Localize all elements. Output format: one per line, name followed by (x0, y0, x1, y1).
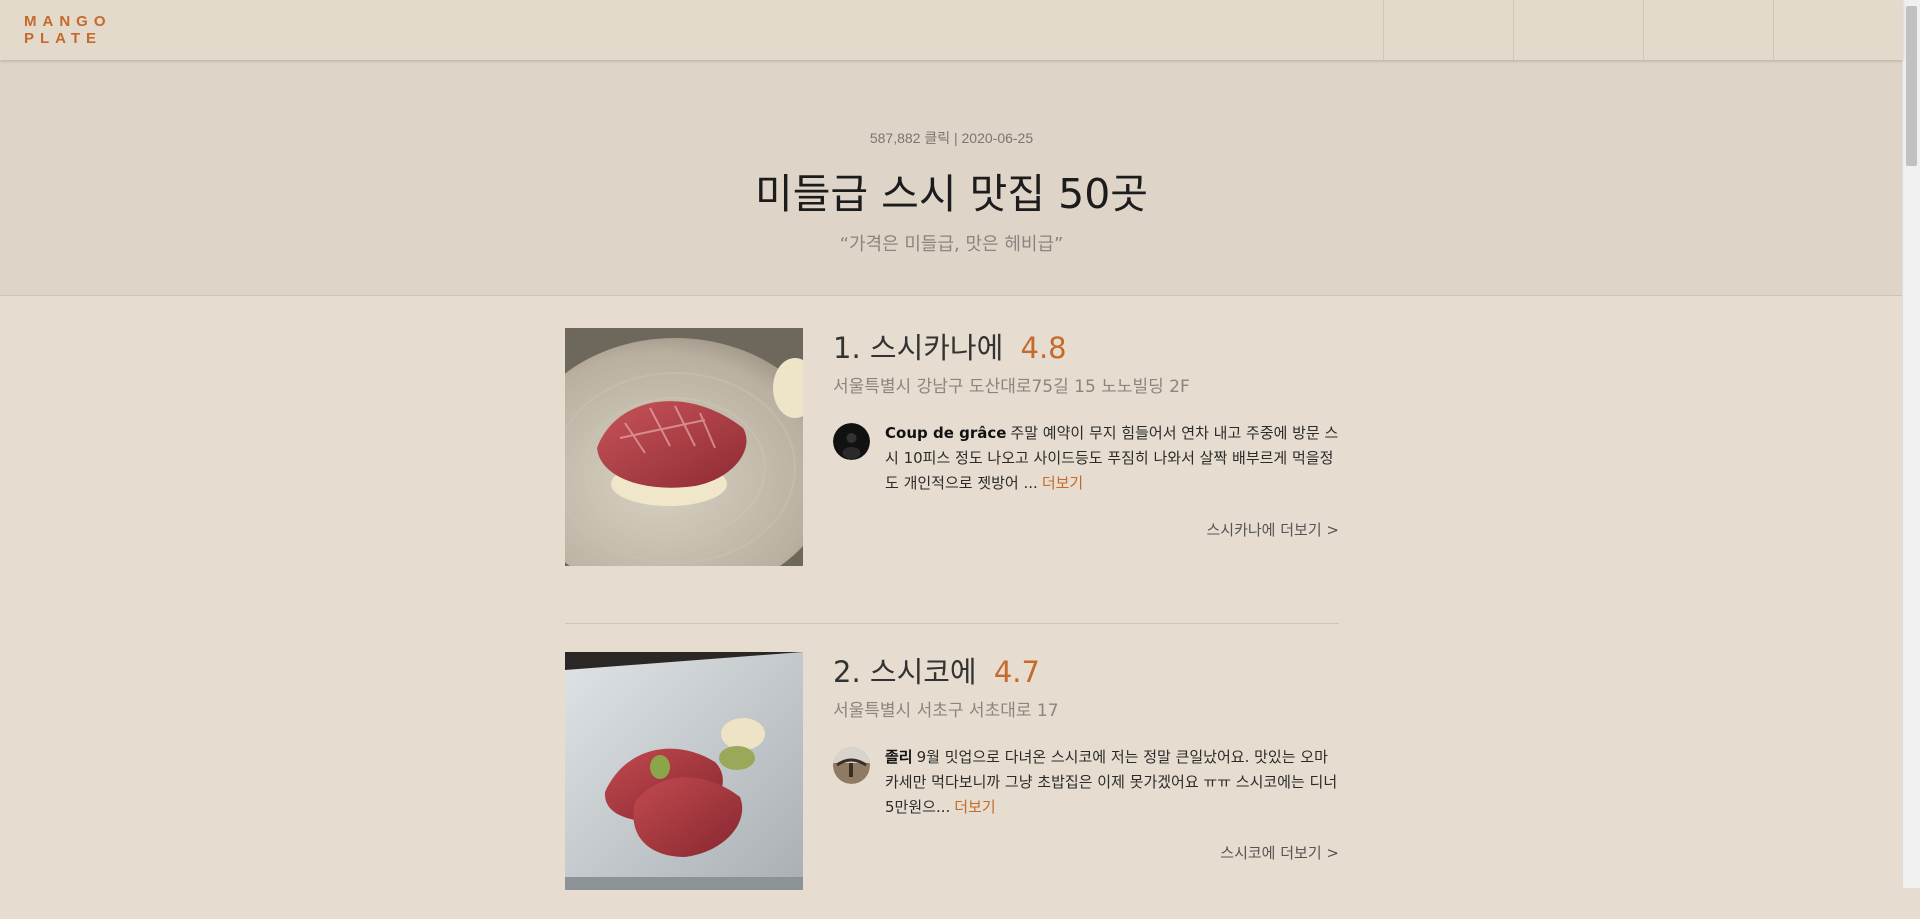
nav-cell-4[interactable] (1773, 0, 1903, 60)
nav-cell-1[interactable] (1383, 0, 1513, 60)
mangoplate-logo[interactable]: MANGO PLATE (24, 13, 112, 47)
restaurant-title[interactable]: 1. 스시카나에 4.8 (833, 328, 1339, 368)
restaurant-detail-link[interactable]: 스시카나에 더보기 > (1206, 519, 1339, 540)
restaurant-score: 4.7 (993, 655, 1040, 689)
restaurant-address: 서울특별시 강남구 도산대로75길 15 노노빌딩 2F (833, 377, 1190, 397)
hero-meta: 587,882 클릭 | 2020-06-25 (869, 130, 1034, 146)
restaurant-name[interactable]: 스시카나에 (870, 331, 1003, 365)
restaurant-photo[interactable] (565, 328, 803, 566)
review-snippet: 졸리 9월 밋업으로 다녀온 스시코에 저는 정말 큰일났어요. 맛있는 오마카세… (833, 745, 1339, 825)
restaurant-info: 2. 스시코에 4.7 서울특별시 서초구 서초대로 17 졸리 9월 밋업으로 … (833, 652, 1339, 825)
page-title: 미들급 스시 맛집 50곳 (754, 170, 1149, 218)
review-text: 졸리 9월 밋업으로 다녀온 스시코에 저는 정말 큰일났어요. 맛있는 오마카세… (885, 745, 1339, 820)
review-snippet: Coup de grâce 주말 예약이 무지 힘들어서 연차 내고 주중에 방문… (833, 421, 1339, 501)
restaurant-address: 서울특별시 서초구 서초대로 17 (833, 701, 1059, 721)
nav-cell-2[interactable] (1513, 0, 1643, 60)
dark-avatar-icon (833, 423, 870, 460)
review-body: 9월 밋업으로 다녀온 스시코에 저는 정말 큰일났어요. 맛있는 오마카세만 … (885, 748, 1338, 816)
page-scrollbar[interactable] (1902, 0, 1920, 888)
review-text: Coup de grâce 주말 예약이 무지 힘들어서 연차 내고 주중에 방문… (885, 421, 1339, 496)
review-more-link[interactable]: 더보기 (1042, 474, 1083, 492)
restaurant-name[interactable]: 스시코에 (870, 655, 977, 689)
restaurant-score: 4.8 (1020, 331, 1067, 365)
photo-avatar-icon (833, 747, 870, 784)
restaurant-info: 1. 스시카나에 4.8 서울특별시 강남구 도산대로75길 15 노노빌딩 2… (833, 328, 1339, 501)
logo-line-2: PLATE (24, 30, 103, 47)
reviewer-name: 졸리 (885, 748, 913, 766)
restaurant-title[interactable]: 2. 스시코에 4.7 (833, 652, 1339, 692)
nav-cell-3[interactable] (1643, 0, 1773, 60)
restaurant-item: 1. 스시카나에 4.8 서울특별시 강남구 도산대로75길 15 노노빌딩 2… (565, 328, 1339, 623)
reviewer-avatar (833, 747, 870, 784)
logo-line-1: MANGO (24, 13, 112, 30)
reviewer-name: Coup de grâce (885, 424, 1007, 442)
scrollbar-thumb[interactable] (1906, 6, 1917, 166)
tuna-sushi-photo (565, 328, 803, 566)
restaurant-list: 1. 스시카나에 4.8 서울특별시 강남구 도산대로75길 15 노노빌딩 2… (565, 328, 1339, 919)
restaurant-photo[interactable] (565, 652, 803, 890)
restaurant-rank: 2. (833, 655, 861, 689)
header-nav (1383, 0, 1903, 60)
top-header: MANGO PLATE (0, 0, 1903, 60)
page-subtitle: “가격은 미들급, 맛은 헤비급” (839, 234, 1064, 255)
tuna-sushi-pair-photo (565, 652, 803, 890)
list-hero: 587,882 클릭 | 2020-06-25 미들급 스시 맛집 50곳 “가… (0, 60, 1903, 296)
restaurant-detail-link[interactable]: 스시코에 더보기 > (1220, 842, 1339, 863)
review-more-link[interactable]: 더보기 (954, 798, 995, 816)
reviewer-avatar (833, 423, 870, 460)
restaurant-rank: 1. (833, 331, 861, 365)
restaurant-item: 2. 스시코에 4.7 서울특별시 서초구 서초대로 17 졸리 9월 밋업으로 … (565, 623, 1339, 919)
